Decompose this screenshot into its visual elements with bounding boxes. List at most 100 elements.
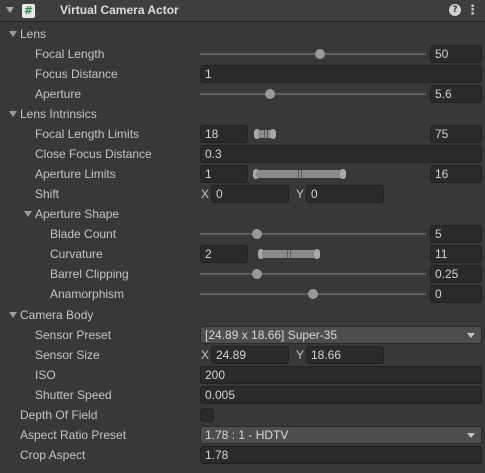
focal-length-slider-thumb[interactable]: [314, 49, 325, 59]
iso-field[interactable]: 200: [200, 366, 482, 384]
barrel-clipping-slider-thumb[interactable]: [251, 269, 262, 279]
focal-length-label: Focal Length: [35, 47, 105, 61]
dropdown-arrow-icon: [467, 333, 475, 338]
aspect-ratio-preset-dropdown[interactable]: 1.78 : 1 - HDTV: [200, 426, 482, 444]
anamorphism-row: Anamorphism 0: [0, 284, 485, 304]
blade-count-slider-track[interactable]: [200, 233, 426, 235]
help-icon[interactable]: ?: [449, 4, 461, 16]
min-max-slider-bar[interactable]: [256, 170, 344, 178]
shift-x-field[interactable]: 0: [211, 185, 289, 203]
camera-body-label: Camera Body: [20, 308, 94, 322]
min-max-slider-grip: [301, 170, 302, 178]
shift-label: Shift: [35, 187, 60, 201]
blade-count-field[interactable]: 5: [430, 225, 482, 243]
curvature-max-field[interactable]: 11: [430, 245, 482, 263]
sensor-size-y-field[interactable]: 18.66: [306, 346, 384, 364]
foldout-arrow-icon[interactable]: [9, 312, 17, 318]
blade-count-slider-thumb[interactable]: [251, 229, 262, 239]
shift-row: Shift X 0 Y 0: [0, 184, 485, 204]
min-max-slider-grip: [290, 250, 291, 258]
sensor-preset-row: Sensor Preset [24.89 x 18.66] Super-35: [0, 325, 485, 345]
barrel-clipping-slider-track[interactable]: [200, 273, 426, 275]
shutter-speed-label: Shutter Speed: [35, 388, 112, 402]
iso-row: ISO 200: [0, 365, 485, 385]
focal-length-field[interactable]: 50: [430, 45, 482, 63]
barrel-clipping-field[interactable]: 0.25: [430, 265, 482, 283]
aperture-slider-track[interactable]: [200, 93, 426, 95]
component-title: Virtual Camera Actor: [60, 3, 179, 17]
script-icon: #: [22, 4, 35, 18]
focal-length-row: Focal Length 50: [0, 44, 485, 64]
lens-intrinsics-foldout[interactable]: Lens Intrinsics: [0, 104, 485, 124]
aperture-shape-label: Aperture Shape: [35, 207, 120, 221]
min-max-slider-right-handle[interactable]: [314, 249, 320, 259]
sensor-size-y-axis-label: Y: [296, 348, 305, 362]
focal-length-min-field[interactable]: 18: [200, 125, 248, 143]
lens-label: Lens: [20, 27, 47, 41]
depth-of-field-label: Depth Of Field: [20, 408, 98, 422]
iso-label: ISO: [35, 368, 56, 382]
aperture-limits-label: Aperture Limits: [35, 167, 116, 181]
aspect-ratio-preset-value: 1.78 : 1 - HDTV: [205, 428, 289, 442]
focal-length-limits-label: Focal Length Limits: [35, 127, 140, 141]
focal-length-slider-track[interactable]: [200, 53, 426, 55]
aspect-ratio-preset-row: Aspect Ratio Preset 1.78 : 1 - HDTV: [0, 425, 485, 445]
foldout-arrow-icon[interactable]: [9, 111, 17, 117]
sensor-size-label: Sensor Size: [35, 348, 100, 362]
aperture-min-field[interactable]: 1: [200, 165, 248, 183]
aperture-slider-thumb[interactable]: [265, 89, 276, 99]
anamorphism-field[interactable]: 0: [430, 285, 482, 303]
sensor-size-row: Sensor Size X 24.89 Y 18.66: [0, 345, 485, 365]
dropdown-arrow-icon: [467, 433, 475, 438]
barrel-clipping-label: Barrel Clipping: [50, 267, 129, 281]
aperture-limits-row: Aperture Limits 1 16: [0, 164, 485, 184]
focus-distance-row: Focus Distance 1: [0, 64, 485, 84]
lens-intrinsics-label: Lens Intrinsics: [20, 107, 97, 121]
shift-y-field[interactable]: 0: [306, 185, 384, 203]
focal-length-max-field[interactable]: 75: [430, 125, 482, 143]
focus-distance-field[interactable]: 1: [200, 65, 482, 83]
barrel-clipping-row: Barrel Clipping 0.25: [0, 264, 485, 284]
camera-body-foldout[interactable]: Camera Body: [0, 305, 485, 325]
aperture-label: Aperture: [35, 87, 82, 101]
aperture-shape-foldout[interactable]: Aperture Shape: [0, 204, 485, 224]
curvature-label: Curvature: [50, 247, 103, 261]
shift-y-axis-label: Y: [296, 187, 305, 201]
crop-aspect-label: Crop Aspect: [20, 448, 86, 462]
component-header: # Virtual Camera Actor ? ⋮: [0, 0, 485, 22]
anamorphism-slider-thumb[interactable]: [308, 289, 318, 299]
min-max-slider-grip: [287, 250, 288, 258]
sensor-preset-dropdown[interactable]: [24.89 x 18.66] Super-35: [200, 326, 482, 344]
blade-count-row: Blade Count 5: [0, 224, 485, 244]
aperture-max-field[interactable]: 16: [430, 165, 482, 183]
aperture-field[interactable]: 5.6: [430, 85, 482, 103]
depth-of-field-row: Depth Of Field: [0, 405, 485, 425]
context-menu-icon[interactable]: ⋮: [466, 1, 479, 19]
sensor-size-x-axis-label: X: [201, 348, 210, 362]
curvature-min-field[interactable]: 2: [200, 245, 248, 263]
crop-aspect-field[interactable]: 1.78: [200, 446, 482, 464]
aperture-row: Aperture 5.6: [0, 84, 485, 104]
depth-of-field-checkbox[interactable]: [200, 408, 214, 422]
foldout-arrow-icon[interactable]: [9, 31, 17, 37]
shift-x-axis-label: X: [201, 187, 210, 201]
min-max-slider-grip: [264, 130, 265, 138]
sensor-preset-label: Sensor Preset: [35, 328, 112, 342]
anamorphism-label: Anamorphism: [50, 287, 125, 301]
shutter-speed-field[interactable]: 0.005: [200, 386, 482, 404]
blade-count-label: Blade Count: [50, 227, 117, 241]
min-max-slider-grip: [298, 170, 299, 178]
close-focus-distance-field[interactable]: 0.3: [200, 145, 482, 163]
foldout-arrow-icon[interactable]: [24, 211, 32, 217]
min-max-slider-right-handle[interactable]: [270, 129, 276, 139]
lens-foldout[interactable]: Lens: [0, 24, 485, 44]
focal-length-limits-row: Focal Length Limits 18 75: [0, 124, 485, 144]
min-max-slider-right-handle[interactable]: [340, 169, 346, 179]
shutter-speed-row: Shutter Speed 0.005: [0, 385, 485, 405]
sensor-size-x-field[interactable]: 24.89: [211, 346, 289, 364]
sensor-preset-value: [24.89 x 18.66] Super-35: [205, 328, 338, 342]
aspect-ratio-preset-label: Aspect Ratio Preset: [20, 428, 127, 442]
close-focus-distance-row: Close Focus Distance 0.3: [0, 144, 485, 164]
curvature-row: Curvature 2 11: [0, 244, 485, 264]
collapse-arrow-icon[interactable]: [6, 7, 14, 13]
